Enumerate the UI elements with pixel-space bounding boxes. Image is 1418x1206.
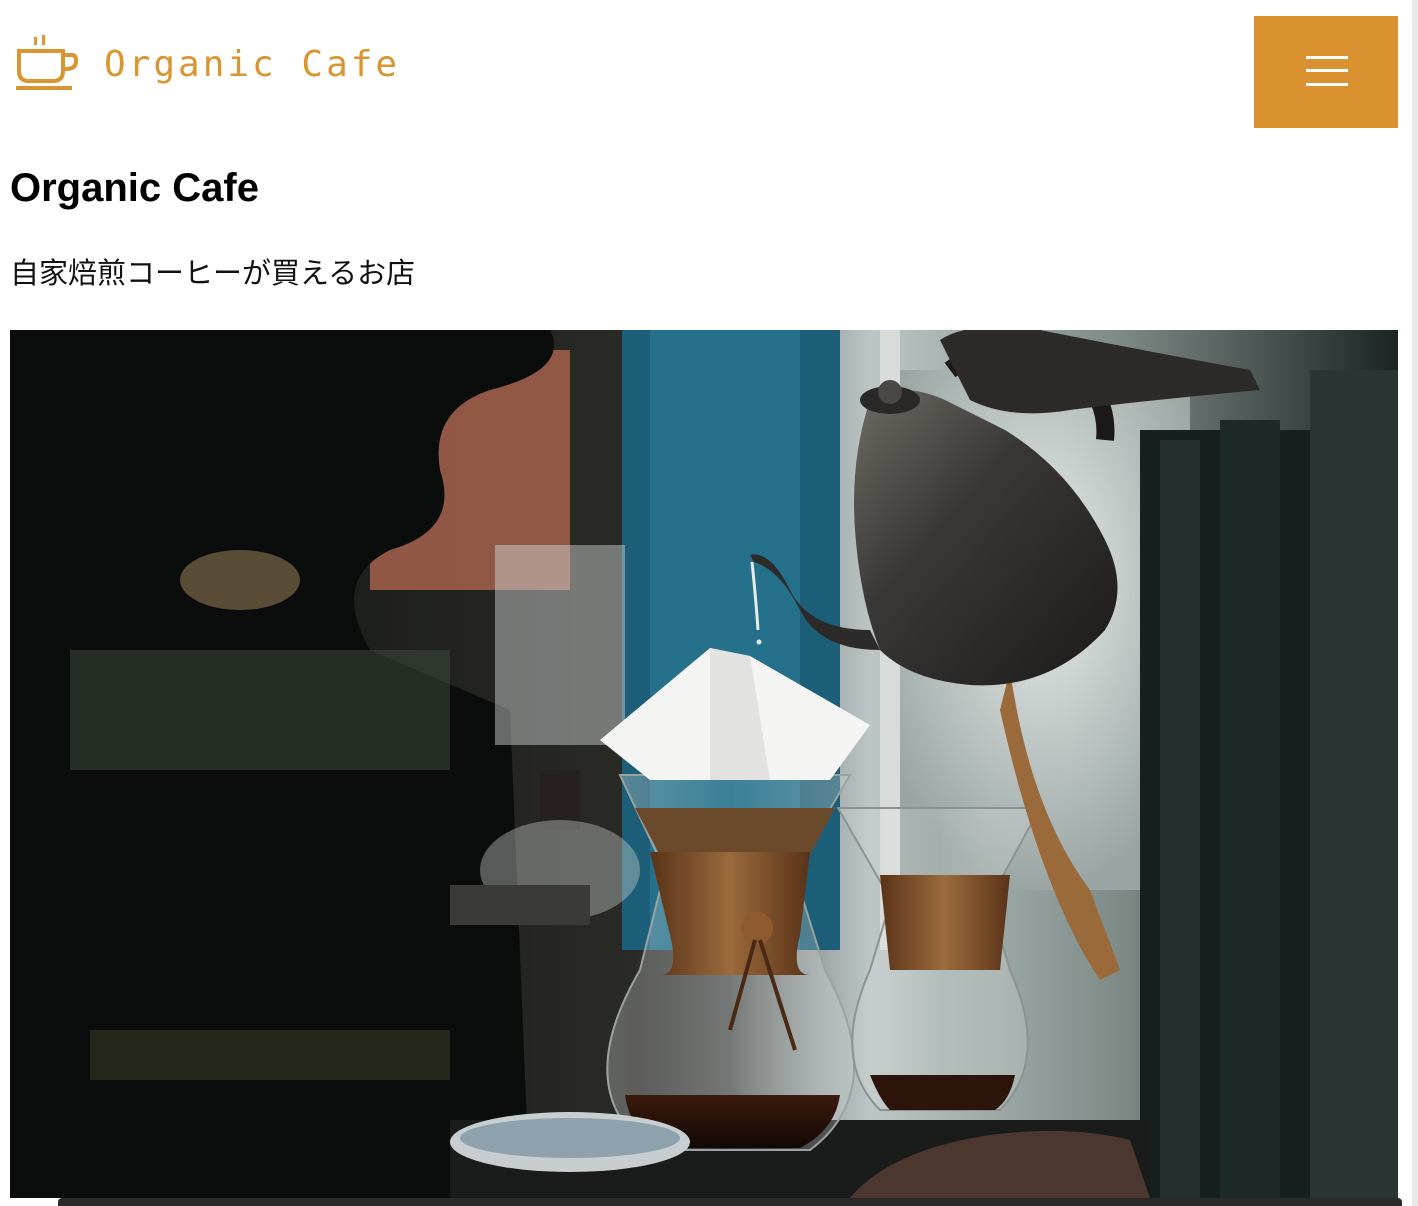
window-bottom-bar [58,1198,1402,1206]
page-title: Organic Cafe [10,166,259,210]
menu-button[interactable] [1254,16,1398,128]
window-edge [1412,0,1418,1206]
logo-link[interactable]: Organic Cafe [14,34,400,94]
coffee-cup-icon [16,35,78,90]
logo-text: Organic Cafe [104,44,401,85]
hero-photo [10,330,1398,1198]
site-header: Organic Cafe [0,0,1412,130]
page-tagline: 自家焙煎コーヒーが買えるお店 [10,256,416,290]
hamburger-icon [1306,56,1348,86]
page: Organic Cafe Organic Cafe 自家焙煎コーヒーが買えるお店 [0,0,1418,1206]
coffee-pour-over-image [10,330,1398,1198]
